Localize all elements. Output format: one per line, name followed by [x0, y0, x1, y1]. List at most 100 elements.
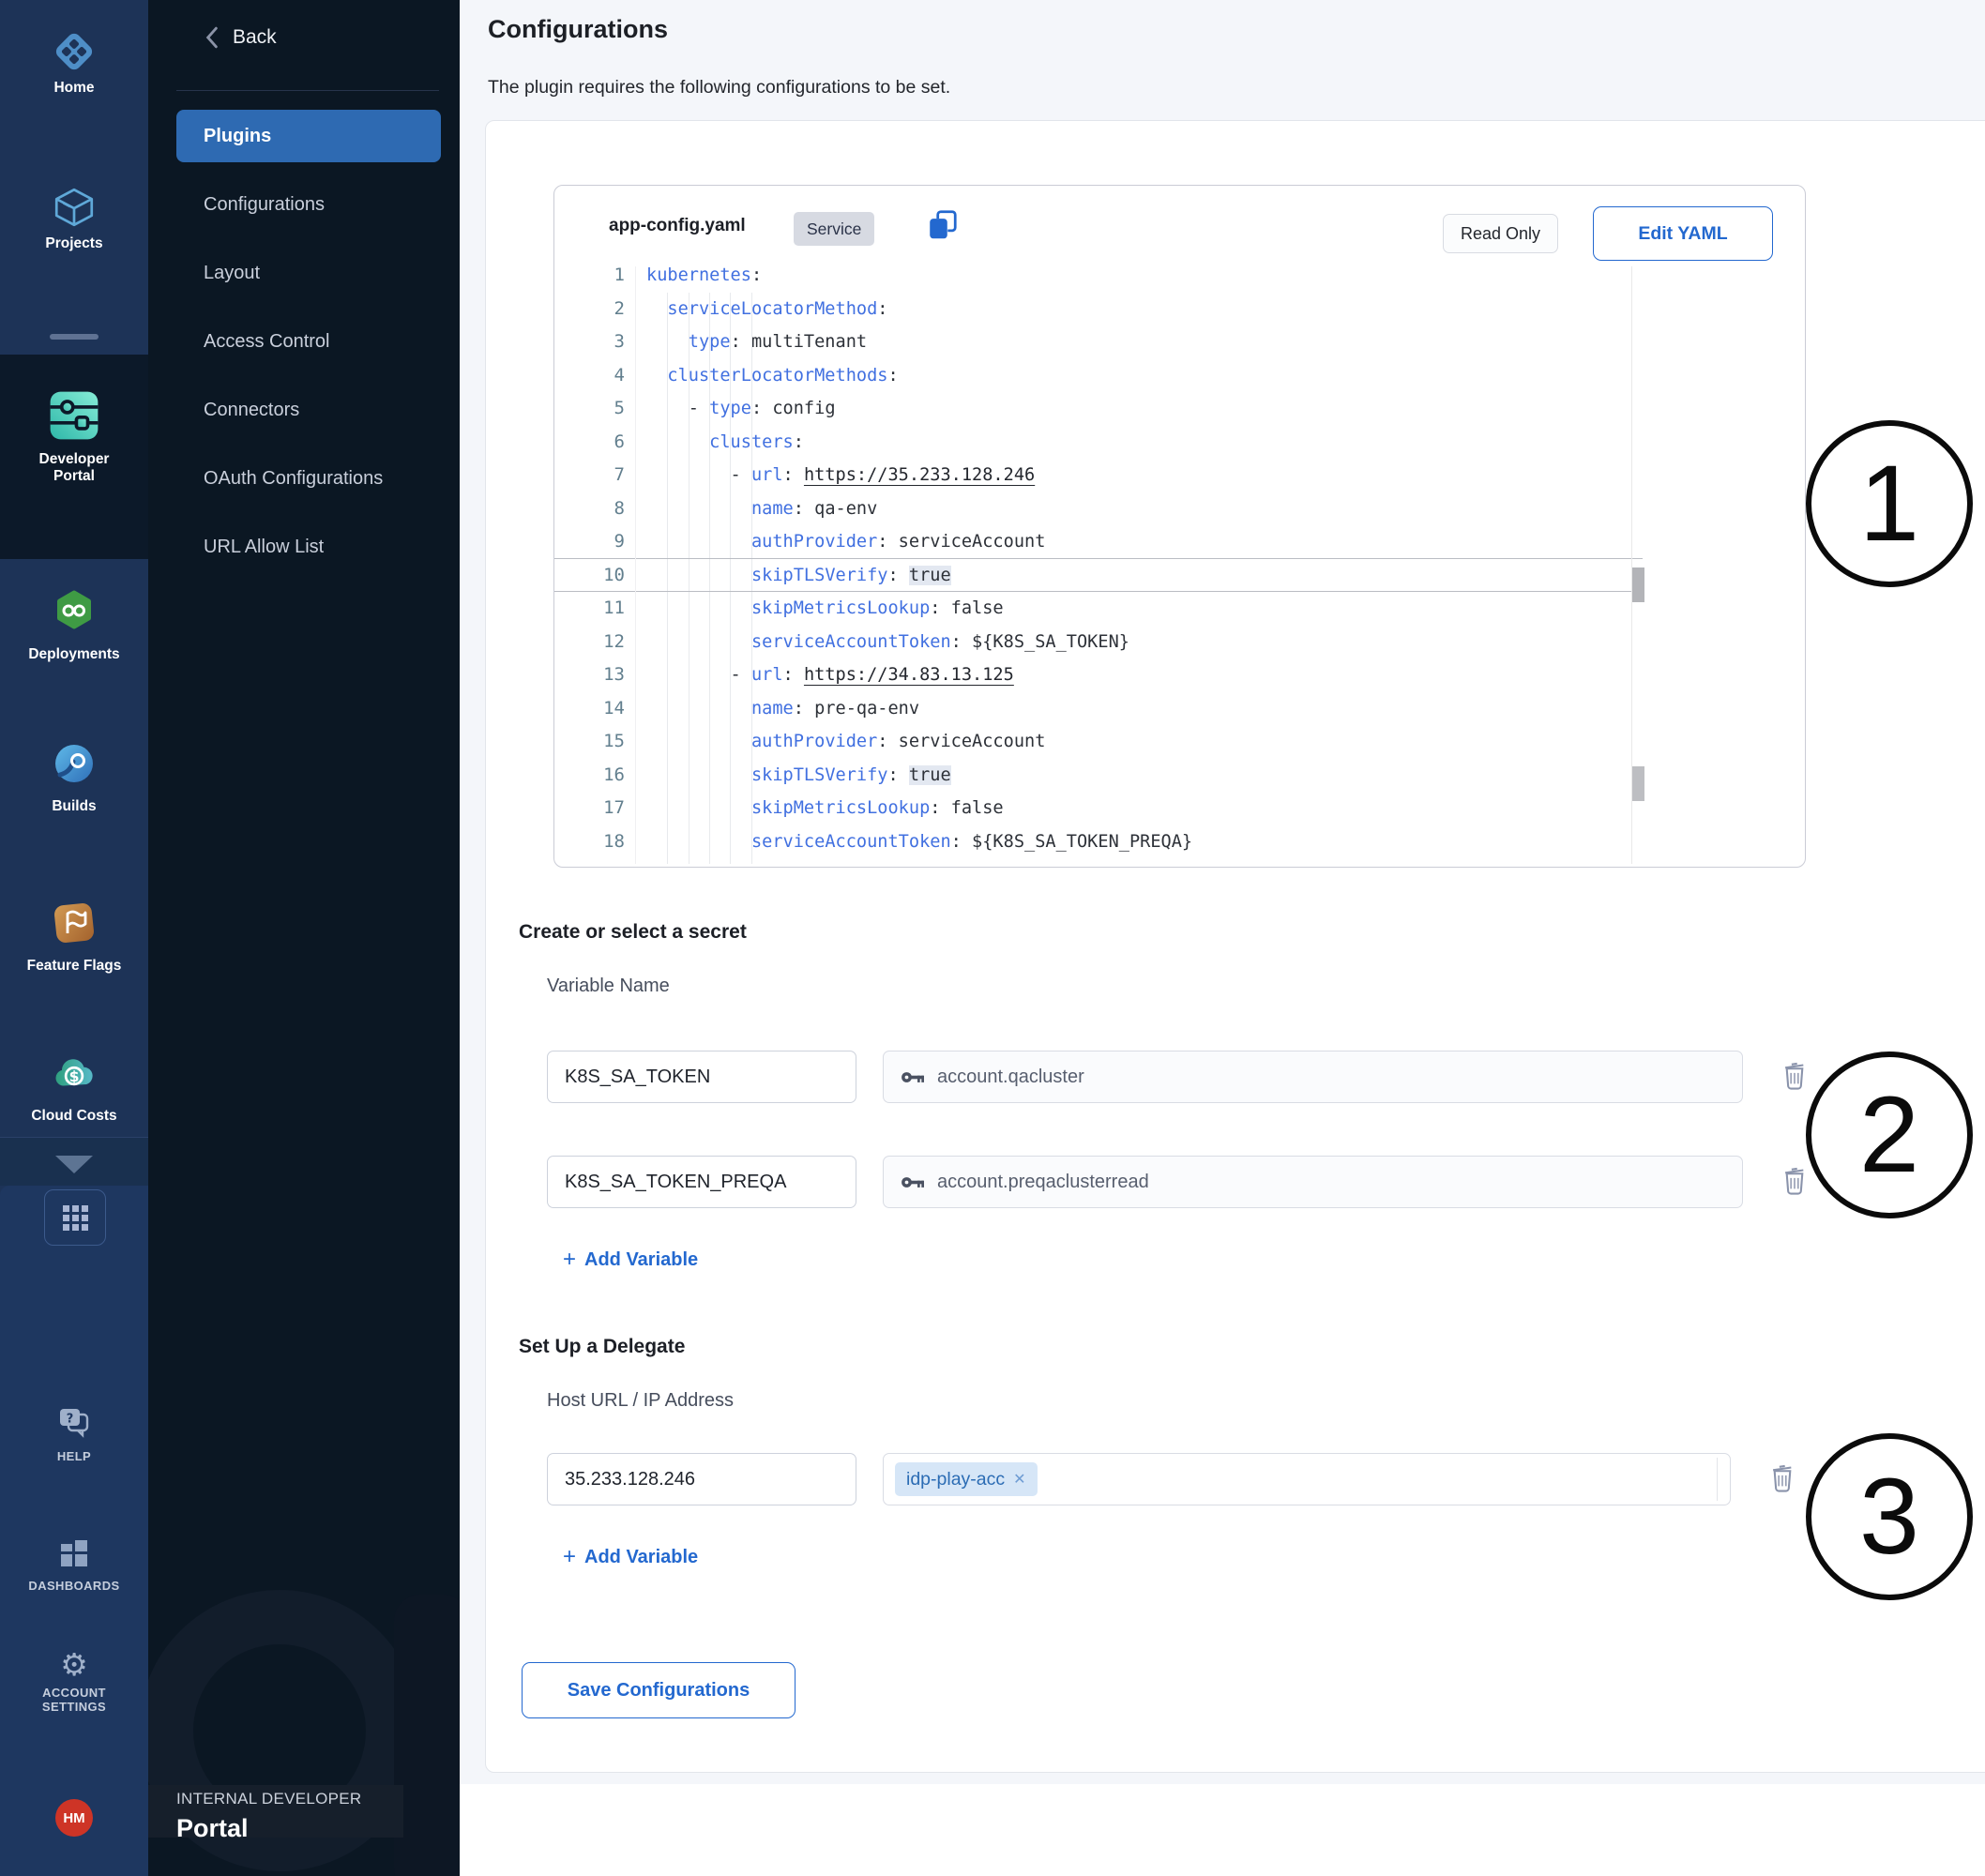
sidebar-bottom-section	[0, 1186, 148, 1876]
sidebar-item-label-line2: Portal	[0, 468, 148, 485]
plugin-subnav: Back Plugins Configurations Layout Access C…	[148, 0, 460, 1876]
add-variable-button-delegate[interactable]: + Add Variable	[563, 1546, 698, 1568]
delegate-rows: idp-play-acc ✕	[547, 1453, 1832, 1558]
sidebar-item-projects[interactable]: Projects	[0, 184, 148, 252]
projects-icon	[51, 219, 98, 234]
sidebar-item-developer-portal[interactable]: Developer Portal	[0, 388, 148, 485]
line-number: 1	[554, 266, 625, 293]
gear-icon: ⚙	[60, 1646, 88, 1683]
sidebar-item-label: HELP	[0, 1449, 148, 1463]
feature-flags-icon	[52, 933, 97, 949]
line-number: 10	[554, 559, 625, 593]
scrollbar-mark[interactable]	[1632, 567, 1644, 602]
delete-secret-row-icon[interactable]	[1782, 1164, 1808, 1201]
sidebar-item-account-settings[interactable]: ⚙ ACCOUNT SETTINGS	[0, 1649, 148, 1714]
code-line-13: - url: https://34.83.13.125	[646, 658, 1635, 692]
code-line-16: skipTLSVerify: true	[646, 759, 1635, 793]
copy-icon[interactable]	[926, 208, 960, 247]
code-line-18: serviceAccountToken: ${K8S_SA_TOKEN_PREQ…	[646, 825, 1635, 859]
secret-selector[interactable]: account.qacluster	[883, 1051, 1743, 1103]
brand-line-top: INTERNAL DEVELOPER	[176, 1790, 362, 1808]
secret-section-heading: Create or select a secret	[519, 921, 747, 944]
code-line-5: - type: config	[646, 392, 1635, 426]
subnav-item-url-allow-list[interactable]: URL Allow List	[176, 521, 441, 573]
scrollbar-mark[interactable]	[1632, 766, 1644, 801]
subnav-item-connectors[interactable]: Connectors	[176, 384, 441, 436]
sidebar-item-home[interactable]: Home	[0, 28, 148, 97]
decorative-bar	[394, 1595, 460, 1876]
subnav-item-access-control[interactable]: Access Control	[176, 315, 441, 368]
sidebar-item-help[interactable]: ? HELP	[0, 1407, 148, 1463]
line-number: 15	[554, 725, 625, 759]
read-only-badge: Read Only	[1443, 214, 1558, 253]
secret-selector[interactable]: account.preqaclusterread	[883, 1156, 1743, 1208]
code-body: kubernetes: serviceLocatorMethod: type: …	[646, 266, 1635, 858]
sidebar-item-label: DASHBOARDS	[0, 1579, 148, 1593]
code-gutter: 123456789101112131415161718	[554, 266, 625, 858]
secret-reference-label: account.qacluster	[937, 1067, 1084, 1088]
subnav-item-plugins[interactable]: Plugins	[176, 110, 441, 162]
sidebar-divider-handle[interactable]	[50, 334, 98, 340]
subnav-item-configurations[interactable]: Configurations	[176, 178, 441, 231]
file-name: app-config.yaml	[609, 216, 746, 236]
back-nav-button[interactable]: Back	[205, 26, 277, 49]
host-url-label: Host URL / IP Address	[547, 1390, 734, 1412]
code-line-1: kubernetes:	[646, 266, 1635, 293]
line-number: 14	[554, 692, 625, 726]
sidebar-item-label-line1: Developer	[0, 451, 148, 468]
line-number: 12	[554, 626, 625, 659]
line-number: 16	[554, 759, 625, 793]
sidebar-item-label: Builds	[0, 798, 148, 815]
subnav-item-oauth-configurations[interactable]: OAuth Configurations	[176, 452, 441, 505]
code-line-6: clusters:	[646, 426, 1635, 460]
variable-name-label: Variable Name	[547, 976, 670, 997]
secret-row-1: account.qacluster	[547, 1051, 1832, 1103]
chevron-down-icon[interactable]	[55, 1156, 93, 1173]
code-viewport[interactable]: 123456789101112131415161718 kubernetes: …	[554, 266, 1804, 864]
plus-icon: +	[563, 1248, 576, 1271]
add-variable-label: Add Variable	[584, 1547, 698, 1568]
code-line-15: authProvider: serviceAccount	[646, 725, 1635, 759]
code-line-17: skipMetricsLookup: false	[646, 792, 1635, 825]
delegate-tag: idp-play-acc ✕	[895, 1462, 1038, 1496]
add-variable-button-secrets[interactable]: + Add Variable	[563, 1248, 698, 1271]
sidebar-item-cloud-costs[interactable]: $ Cloud Costs	[0, 1051, 148, 1125]
save-configurations-button[interactable]: Save Configurations	[522, 1662, 796, 1718]
code-line-8: name: qa-env	[646, 492, 1635, 526]
variable-name-input[interactable]	[547, 1156, 856, 1208]
annotation-marker-1: 1	[1806, 420, 1973, 587]
line-number: 5	[554, 392, 625, 426]
sidebar-item-builds[interactable]: Builds	[0, 741, 148, 815]
brand-line-bottom: Portal	[176, 1814, 362, 1843]
dashboards-icon	[59, 1556, 89, 1572]
host-url-input[interactable]	[547, 1453, 856, 1505]
app-window: Home Projects Developer Portal Deploymen…	[0, 0, 1985, 1876]
home-icon	[51, 63, 98, 79]
delegate-tag-select[interactable]: idp-play-acc ✕	[883, 1453, 1731, 1505]
delete-delegate-row-icon[interactable]	[1770, 1461, 1796, 1498]
line-number: 17	[554, 792, 625, 825]
tag-remove-icon[interactable]: ✕	[1013, 1470, 1025, 1489]
module-picker-button[interactable]	[44, 1189, 106, 1246]
sidebar-item-feature-flags[interactable]: Feature Flags	[0, 900, 148, 975]
svg-text:?: ?	[67, 1413, 74, 1427]
code-line-12: serviceAccountToken: ${K8S_SA_TOKEN}	[646, 626, 1635, 659]
annotation-marker-2: 2	[1806, 1051, 1973, 1218]
editor-header: app-config.yaml Service Read Only Edit Y…	[554, 186, 1805, 266]
code-line-14: name: pre-qa-env	[646, 692, 1635, 726]
code-line-11: skipMetricsLookup: false	[646, 592, 1635, 626]
subnav-item-layout[interactable]: Layout	[176, 247, 441, 299]
sidebar-item-deployments[interactable]: Deployments	[0, 589, 148, 663]
sidebar-item-dashboards[interactable]: DASHBOARDS	[0, 1538, 148, 1593]
key-icon	[901, 1069, 926, 1085]
line-number: 13	[554, 658, 625, 692]
user-avatar[interactable]: HM	[55, 1799, 93, 1837]
delegate-section-heading: Set Up a Delegate	[519, 1336, 685, 1358]
delete-secret-row-icon[interactable]	[1782, 1059, 1808, 1096]
primary-sidebar: Home Projects Developer Portal Deploymen…	[0, 0, 148, 1876]
line-number: 2	[554, 293, 625, 326]
sidebar-item-label: Cloud Costs	[0, 1108, 148, 1125]
variable-name-input[interactable]	[547, 1051, 856, 1103]
edit-yaml-button[interactable]: Edit YAML	[1593, 206, 1773, 261]
apps-grid-icon	[63, 1205, 88, 1231]
